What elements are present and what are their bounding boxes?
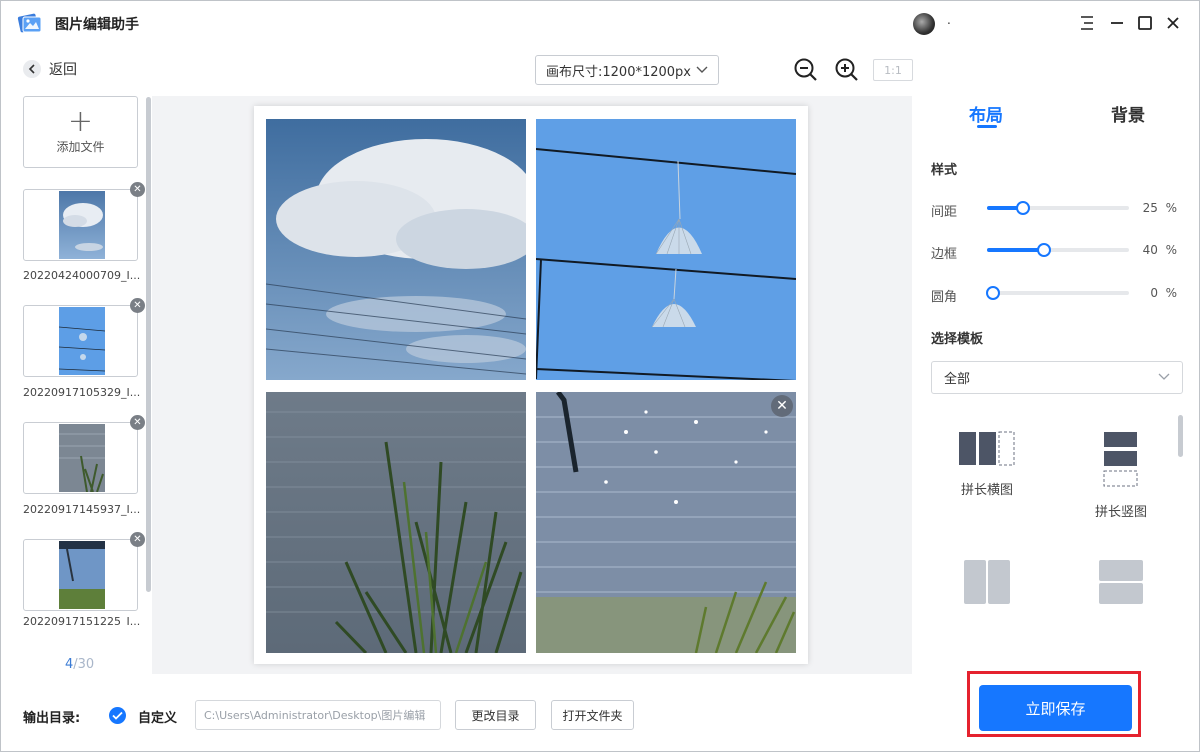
slider-fill: [987, 248, 1044, 252]
canvas-size-dropdown[interactable]: 画布尺寸:1200*1200px: [535, 55, 719, 85]
remove-file-icon[interactable]: ✕: [130, 415, 145, 430]
app-logo-icon: [17, 11, 43, 35]
corner-radius-slider[interactable]: [986, 286, 1129, 300]
photo-thumbnail: [59, 424, 105, 492]
template-filter-value: 全部: [944, 372, 971, 387]
file-counter-total: /30: [73, 657, 95, 672]
file-counter: 4/30: [65, 657, 94, 672]
collage-canvas[interactable]: [254, 106, 808, 664]
template-list-scrollbar[interactable]: [1178, 415, 1183, 457]
border-slider[interactable]: [987, 243, 1129, 257]
custom-dir-label: 自定义: [138, 711, 178, 726]
file-name: 20220917105329_I...: [23, 386, 141, 399]
template-label: 拼长横图: [960, 483, 1013, 498]
file-thumbnail[interactable]: ✕: [23, 415, 145, 494]
zoom-in-icon[interactable]: [834, 57, 860, 83]
border-label: 边框: [931, 247, 958, 262]
output-path-input[interactable]: [195, 700, 441, 730]
minimize-icon[interactable]: [1105, 11, 1129, 35]
photo-thumbnail: [59, 307, 105, 375]
layout-two-columns-icon: [964, 560, 1010, 604]
collage-photo[interactable]: [266, 392, 526, 653]
collage-photo[interactable]: [536, 392, 796, 653]
spacing-slider[interactable]: [987, 201, 1129, 215]
title-bar: [1, 1, 1199, 45]
original-ratio-button[interactable]: 1:1: [873, 59, 913, 81]
file-name: 20220917151225_I...: [23, 615, 141, 625]
template-section-title: 选择模板: [931, 332, 984, 347]
slider-value-unit: %: [1165, 201, 1177, 215]
slider-value-unit: %: [1165, 243, 1177, 257]
spacing-label: 间距: [931, 205, 958, 220]
collage-photo[interactable]: [536, 119, 796, 380]
zoom-out-icon[interactable]: [793, 57, 819, 83]
remove-file-icon[interactable]: ✕: [130, 182, 145, 197]
style-section-title: 样式: [931, 163, 958, 178]
tab-layout[interactable]: 布局: [969, 101, 1003, 126]
collage-photo[interactable]: [266, 119, 526, 380]
template-label: 拼长竖图: [1094, 505, 1147, 520]
file-name: 20220424000709_I...: [23, 269, 141, 282]
tab-background[interactable]: 背景: [1111, 101, 1145, 126]
slider-value-number: 40: [1142, 243, 1158, 257]
layout-two-rows-icon: [1099, 560, 1143, 604]
file-thumbnail[interactable]: ✕: [23, 532, 145, 611]
canvas-size-value: 画布尺寸:1200*1200px: [546, 64, 691, 80]
save-now-button[interactable]: 立即保存: [979, 685, 1132, 731]
app-title: 图片编辑助手: [55, 17, 139, 33]
template-filter-dropdown[interactable]: 全部: [931, 361, 1183, 394]
tab-active-indicator: [977, 125, 997, 128]
file-list-scrollbar[interactable]: [146, 97, 151, 592]
file-thumbnail[interactable]: ✕: [23, 298, 145, 377]
remove-file-icon[interactable]: ✕: [130, 298, 145, 313]
user-avatar[interactable]: [913, 13, 935, 35]
slider-value-unit: %: [1165, 286, 1177, 300]
maximize-icon[interactable]: [1133, 11, 1157, 35]
template-two-rows[interactable]: [1098, 559, 1146, 611]
custom-dir-checkbox[interactable]: [109, 707, 126, 724]
corner-radius-label: 圆角: [931, 290, 958, 305]
template-two-columns[interactable]: [963, 559, 1011, 611]
template-long-vertical[interactable]: 拼长竖图: [1085, 431, 1157, 520]
user-name: .: [947, 13, 951, 27]
photo-thumbnail: [59, 191, 105, 259]
change-dir-button[interactable]: 更改目录: [455, 700, 536, 730]
photo-thumbnail: [59, 541, 105, 609]
slider-value-number: 25: [1142, 201, 1158, 215]
output-dir-label: 输出目录:: [23, 711, 81, 726]
slider-value-number: 0: [1150, 286, 1158, 300]
check-icon: [112, 711, 123, 720]
slider-handle[interactable]: [1037, 243, 1051, 257]
close-icon[interactable]: [1161, 11, 1185, 35]
slider-handle[interactable]: [986, 286, 1000, 300]
template-long-horizontal[interactable]: 拼长横图: [951, 431, 1023, 498]
chevron-down-icon: [696, 63, 708, 78]
file-thumbnail[interactable]: ✕: [23, 182, 145, 261]
remove-photo-icon[interactable]: ✕: [771, 395, 793, 417]
remove-file-icon[interactable]: ✕: [130, 532, 145, 547]
spacing-value: 25 %: [1129, 201, 1177, 215]
back-button[interactable]: 返回: [23, 59, 77, 79]
border-value: 40 %: [1129, 243, 1177, 257]
chevron-down-icon: [1158, 370, 1170, 385]
file-name: 20220917145937_I...: [23, 503, 141, 516]
layout-horizontal-icon: [959, 431, 1015, 466]
layout-vertical-icon: [1103, 432, 1138, 487]
back-label: 返回: [49, 62, 77, 78]
slider-handle[interactable]: [1016, 201, 1030, 215]
corner-radius-value: 0 %: [1129, 286, 1177, 300]
add-file-label: 添加文件: [56, 139, 105, 154]
chevron-left-icon: [23, 60, 41, 78]
menu-icon[interactable]: [1075, 11, 1099, 35]
open-folder-button[interactable]: 打开文件夹: [551, 700, 634, 730]
plus-icon: +: [67, 103, 94, 139]
add-file-button[interactable]: + 添加文件: [23, 96, 138, 168]
